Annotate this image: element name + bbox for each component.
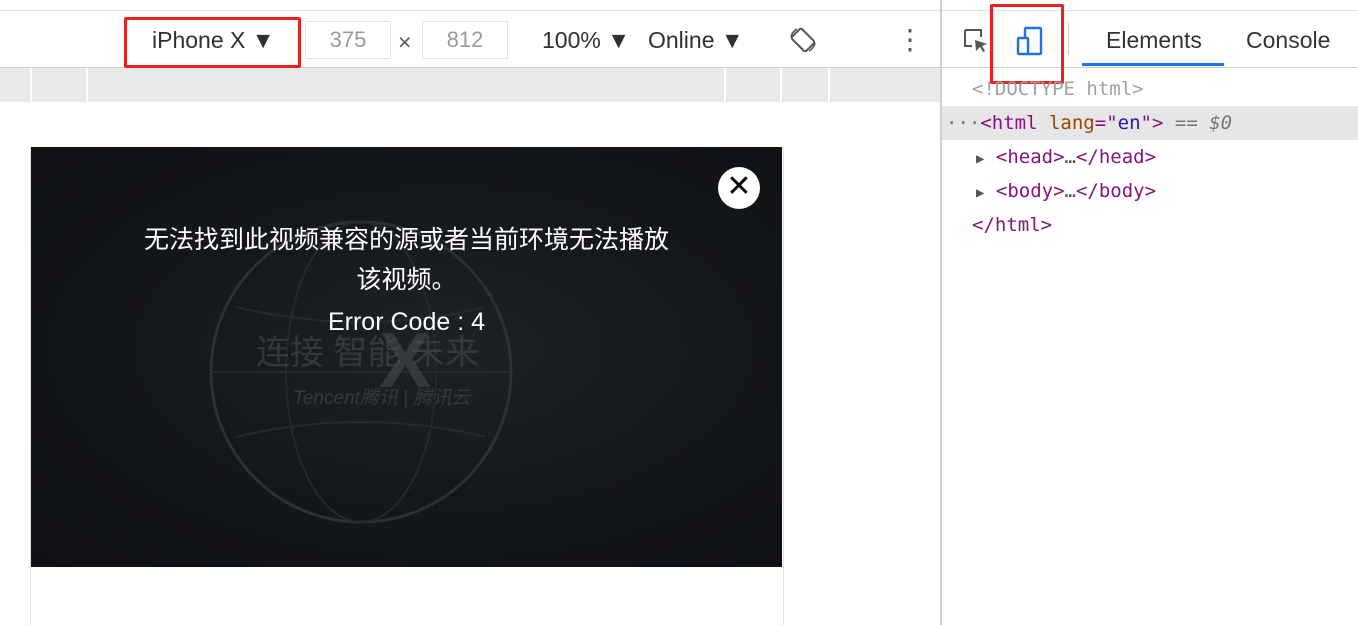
- error-message-line2: 该视频。: [356, 266, 457, 294]
- error-code: Error Code : 4: [327, 308, 485, 336]
- ruler-segment[interactable]: [782, 68, 830, 102]
- dom-body-row[interactable]: ▶ <body>…</body>: [976, 174, 1156, 208]
- error-message-line1: 无法找到此视频兼容的源或者当前环境无法播放: [143, 226, 669, 254]
- dom-doctype[interactable]: <!DOCTYPE html>: [972, 72, 1144, 106]
- rotate-icon[interactable]: [787, 25, 819, 55]
- ruler-segment[interactable]: [830, 68, 938, 102]
- ruler-segment[interactable]: [88, 68, 726, 102]
- dom-html-close[interactable]: </html>: [972, 208, 1052, 242]
- media-query-ruler: [0, 68, 940, 102]
- device-emulator: iPhone X ▼ 375 × 812 100% ▼ Online ▼ ⋮ 连…: [0, 0, 940, 625]
- dom-attr-close: ">: [1140, 112, 1164, 134]
- dom-selected-marker: == $0: [1174, 112, 1233, 134]
- dimension-separator: ×: [398, 29, 412, 55]
- zoom-select[interactable]: 100% ▼: [542, 25, 630, 55]
- ruler-segment[interactable]: [0, 68, 32, 102]
- tab-elements[interactable]: Elements: [1106, 25, 1202, 55]
- tab-divider: [1068, 23, 1069, 55]
- dom-ellipsis: …: [1064, 146, 1076, 168]
- dom-head-row[interactable]: ▶ <head>…</head>: [976, 140, 1156, 174]
- devtools-panel: Elements Console <!DOCTYPE html> ···<htm…: [940, 0, 1358, 625]
- more-options-icon[interactable]: ⋮: [896, 25, 924, 55]
- highlight-device-select: [124, 17, 301, 68]
- close-icon[interactable]: ✕: [718, 167, 760, 209]
- ruler-segment[interactable]: [32, 68, 88, 102]
- expand-arrow-icon[interactable]: ▶: [976, 185, 984, 201]
- dom-head-close: </head>: [1075, 146, 1157, 168]
- dom-attr-name: lang: [1048, 112, 1095, 134]
- expand-arrow-icon[interactable]: ▶: [976, 151, 984, 167]
- tab-console[interactable]: Console: [1246, 25, 1330, 55]
- dom-body-open: <body>: [995, 180, 1065, 202]
- dom-attr-eq: =": [1094, 112, 1118, 134]
- dom-body-close: </body>: [1075, 180, 1157, 202]
- width-input[interactable]: 375: [305, 21, 391, 59]
- height-input[interactable]: 812: [422, 21, 508, 59]
- dom-ellipsis: …: [1064, 180, 1076, 202]
- network-throttle-select[interactable]: Online ▼: [648, 25, 744, 55]
- dom-head-open: <head>: [995, 146, 1065, 168]
- watermark-brand: Tencent腾讯 | 腾讯云: [293, 388, 471, 409]
- inspect-element-icon[interactable]: [962, 27, 990, 55]
- active-tab-indicator: [1082, 63, 1224, 66]
- dom-attr-value: en: [1117, 112, 1141, 134]
- dom-html-open-row[interactable]: ···<html lang="en"> == $0: [946, 106, 1232, 140]
- video-player[interactable]: 连接 智能 未来 X Tencent腾讯 | 腾讯云 无法找到此视频兼容的源或者…: [31, 147, 782, 567]
- dom-html-tag: <html: [980, 112, 1038, 134]
- dom-row-prefix: ···: [946, 112, 981, 134]
- ruler-segment[interactable]: [726, 68, 782, 102]
